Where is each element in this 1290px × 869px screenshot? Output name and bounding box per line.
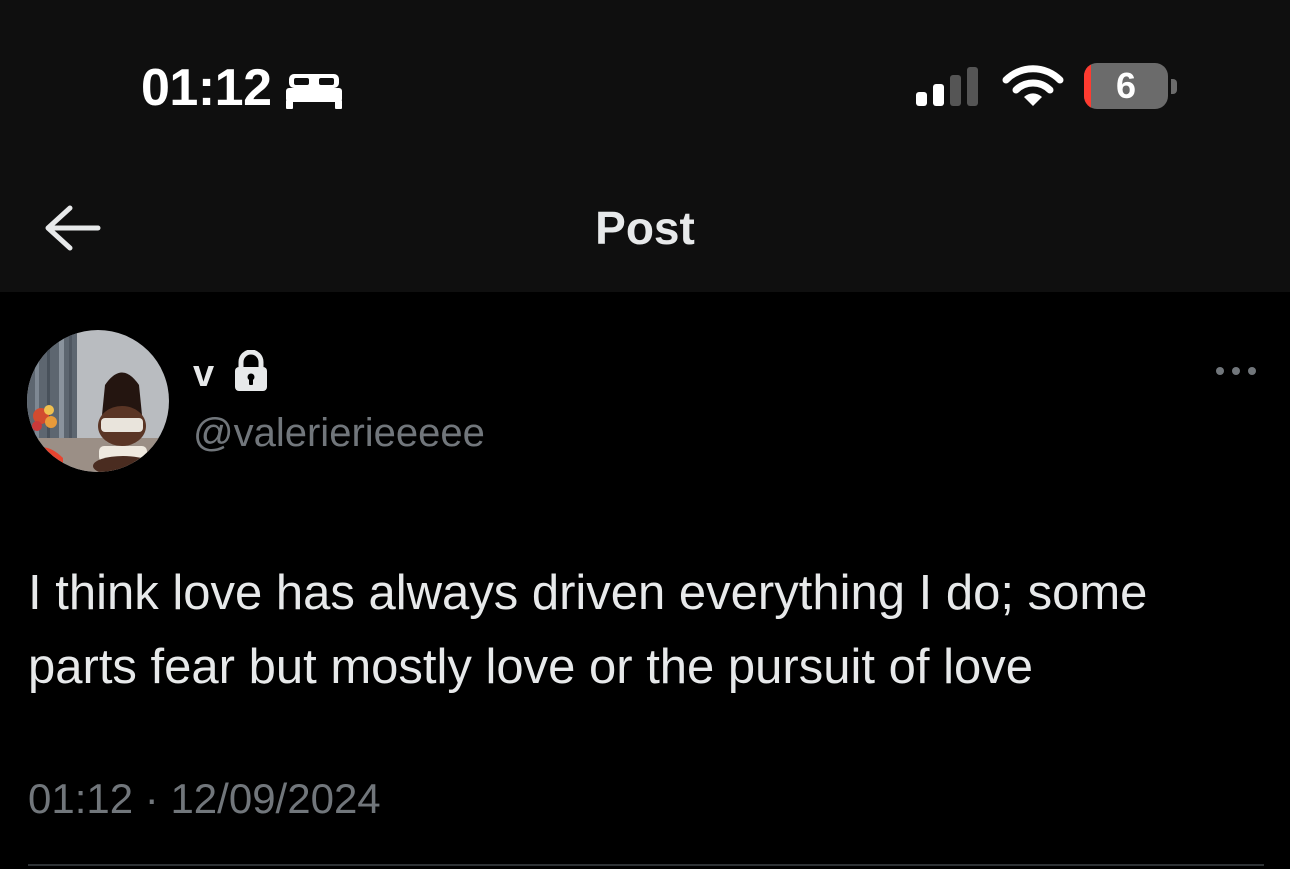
avatar[interactable] xyxy=(27,330,169,472)
author-display-name[interactable]: v xyxy=(193,350,214,398)
bed-icon xyxy=(286,74,342,109)
top-bar: 01:12 6 Post xyxy=(0,0,1290,292)
status-bar-time: 01:12 xyxy=(141,59,272,117)
battery-percentage: 6 xyxy=(1115,65,1137,106)
post-timestamp[interactable]: 01:12 · 12/09/2024 xyxy=(28,772,381,826)
lock-icon xyxy=(235,350,267,391)
battery-cap xyxy=(1171,79,1177,94)
cellular-signal-icon xyxy=(916,67,978,106)
post-date: 12/09/2024 xyxy=(170,775,381,822)
post-time: 01:12 xyxy=(28,775,134,822)
post-text: I think love has always driven everythin… xyxy=(28,566,1148,694)
wifi-icon xyxy=(1002,65,1064,106)
battery-indicator: 6 xyxy=(1084,63,1168,109)
timestamp-separator: · xyxy=(144,775,159,822)
avatar-photo xyxy=(27,330,169,472)
author-handle[interactable]: @valerierieeeee xyxy=(193,408,485,458)
page-title: Post xyxy=(595,202,695,254)
more-options-icon[interactable] xyxy=(1208,356,1264,386)
divider xyxy=(28,864,1264,866)
